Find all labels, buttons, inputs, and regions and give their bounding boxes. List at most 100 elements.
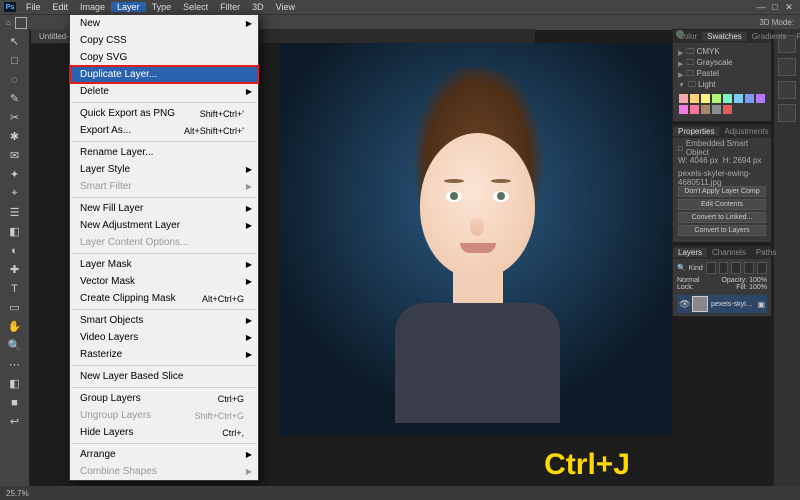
tool-button[interactable]: ↩ [4, 412, 26, 431]
menu-item[interactable]: Quick Export as PNGShift+Ctrl+' [70, 105, 258, 122]
filter-text-icon[interactable] [731, 262, 741, 274]
visibility-icon[interactable]: 👁 [679, 299, 689, 309]
menu-item[interactable]: New▶ [70, 15, 258, 32]
tool-button[interactable]: ◐ [4, 241, 26, 260]
menu-item[interactable]: Video Layers▶ [70, 329, 258, 346]
menu-item[interactable]: Create Clipping MaskAlt+Ctrl+G [70, 290, 258, 307]
document-canvas[interactable] [280, 43, 672, 435]
layers-panel: LayersChannelsPaths 🔍Kind NormalOpacity:… [672, 245, 772, 317]
menu-item[interactable]: Export As...Alt+Shift+Ctrl+' [70, 122, 258, 139]
close-button[interactable]: ✕ [782, 2, 796, 13]
swatch[interactable] [712, 94, 721, 103]
swatch[interactable] [723, 94, 732, 103]
menu-item[interactable]: Hide LayersCtrl+, [70, 424, 258, 441]
layer-thumbnail[interactable] [692, 296, 708, 312]
menu-item[interactable]: Copy SVG [70, 49, 258, 66]
panel-icon[interactable] [778, 81, 796, 99]
swatch[interactable] [745, 94, 754, 103]
menu-item[interactable]: New Layer Based Slice [70, 368, 258, 385]
menu-item[interactable]: Layer Style▶ [70, 161, 258, 178]
swatch[interactable] [756, 94, 765, 103]
tool-button[interactable]: ✂ [4, 108, 26, 127]
maximize-button[interactable]: □ [768, 2, 782, 12]
tool-button[interactable]: ✋ [4, 317, 26, 336]
layer-comp-select[interactable]: Don't Apply Layer Comp [678, 186, 766, 197]
panel-icon[interactable] [778, 58, 796, 76]
menu-item[interactable]: Arrange▶ [70, 446, 258, 463]
swatch[interactable] [701, 105, 710, 114]
tool-button[interactable]: 🔍 [4, 336, 26, 355]
tool-button[interactable]: ✎ [4, 89, 26, 108]
menu-view[interactable]: View [270, 2, 301, 12]
tool-button[interactable]: ✦ [4, 165, 26, 184]
tool-button[interactable]: ✚ [4, 260, 26, 279]
menu-edit[interactable]: Edit [47, 2, 75, 12]
menu-item[interactable]: Smart Objects▶ [70, 312, 258, 329]
panel-tab[interactable]: Gradients [747, 32, 792, 41]
filter-pixel-icon[interactable] [706, 262, 716, 274]
tool-button[interactable]: ▭ [4, 298, 26, 317]
menu-image[interactable]: Image [74, 2, 111, 12]
menu-select[interactable]: Select [177, 2, 214, 12]
tool-button[interactable]: ◧ [4, 222, 26, 241]
tool-button[interactable]: ■ [4, 393, 26, 412]
swatch[interactable] [712, 105, 721, 114]
filter-adj-icon[interactable] [719, 262, 729, 274]
menu-type[interactable]: Type [146, 2, 178, 12]
swatch[interactable] [734, 94, 743, 103]
menu-item[interactable]: New Fill Layer▶ [70, 200, 258, 217]
menu-item[interactable]: Vector Mask▶ [70, 273, 258, 290]
menu-layer[interactable]: Layer [111, 2, 146, 12]
swatch-folder[interactable]: ▼🗀 Light [678, 80, 766, 91]
tool-button[interactable]: ✉ [4, 146, 26, 165]
menu-file[interactable]: File [20, 2, 47, 12]
tool-button[interactable]: ◧ [4, 374, 26, 393]
panel-tab[interactable]: Patterns [792, 32, 800, 41]
tool-button[interactable]: ⋯ [4, 355, 26, 374]
panel-tab[interactable]: Channels [707, 248, 751, 257]
home-icon[interactable]: ⌂ [6, 18, 11, 27]
menu-3d[interactable]: 3D [246, 2, 270, 12]
swatch[interactable] [690, 94, 699, 103]
zoom-level[interactable]: 25.7% [6, 489, 29, 498]
tool-button[interactable]: ⌖ [4, 184, 26, 203]
tool-preset[interactable] [15, 17, 27, 29]
shortcut-overlay: Ctrl+J [544, 448, 630, 482]
menu-item[interactable]: Rename Layer... [70, 144, 258, 161]
menu-item[interactable]: Copy CSS [70, 32, 258, 49]
tool-button[interactable]: ☰ [4, 203, 26, 222]
swatch[interactable] [701, 94, 710, 103]
panel-tab[interactable]: Properties [673, 127, 719, 136]
tool-button[interactable]: T [4, 279, 26, 298]
menu-item[interactable]: Rasterize▶ [70, 346, 258, 363]
menu-item[interactable]: Delete▶ [70, 83, 258, 100]
filter-shape-icon[interactable] [744, 262, 754, 274]
tool-button[interactable]: □ [4, 51, 26, 70]
tool-button[interactable]: ↖ [4, 32, 26, 51]
panel-icon[interactable] [778, 104, 796, 122]
edit-contents-button[interactable]: Edit Contents [678, 199, 766, 210]
swatch[interactable] [690, 105, 699, 114]
menu-item[interactable]: New Adjustment Layer▶ [70, 217, 258, 234]
smart-object-icon: ▣ [757, 300, 765, 309]
panel-tab[interactable]: Paths [751, 248, 781, 257]
minimize-button[interactable]: — [754, 2, 768, 12]
menu-item[interactable]: Layer Mask▶ [70, 256, 258, 273]
convert-linked-button[interactable]: Convert to Linked... [678, 212, 766, 223]
tool-button[interactable]: ◌ [4, 70, 26, 89]
panel-tab[interactable]: Layers [673, 248, 707, 257]
window-controls: — □ ✕ [754, 0, 796, 14]
filter-smart-icon[interactable] [757, 262, 767, 274]
menu-filter[interactable]: Filter [214, 2, 246, 12]
tool-button[interactable]: ✱ [4, 127, 26, 146]
collapsed-panel-dock [773, 29, 800, 486]
panel-tab[interactable]: Swatches [702, 32, 747, 41]
swatch[interactable] [679, 94, 688, 103]
layer-row[interactable]: 👁 pexels-skyler-ewing-4680511 ▣ [677, 295, 767, 313]
panel-tab[interactable]: Adjustments [719, 127, 773, 136]
swatch[interactable] [679, 105, 688, 114]
swatch[interactable] [723, 105, 732, 114]
menu-item[interactable]: Duplicate Layer... [70, 66, 258, 83]
convert-layers-button[interactable]: Convert to Layers [678, 225, 766, 236]
menu-item[interactable]: Group LayersCtrl+G [70, 390, 258, 407]
